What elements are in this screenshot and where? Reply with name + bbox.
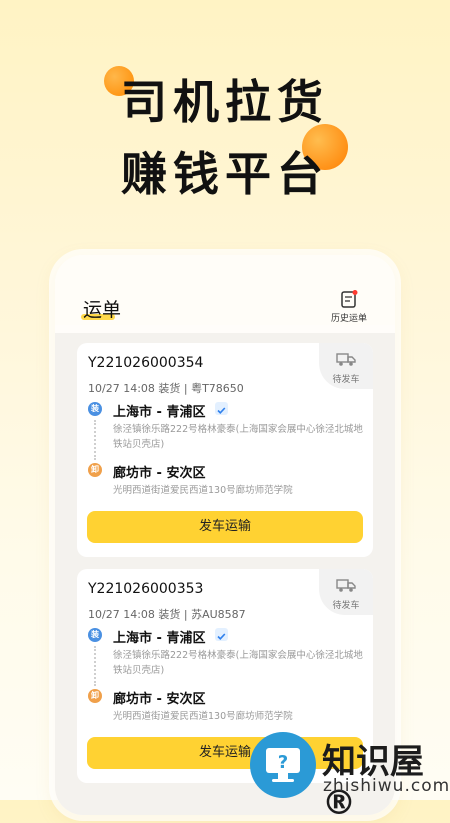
unload-city: 廊坊市 - 安次区: [113, 466, 206, 481]
page-title-wrap: 运单: [81, 295, 122, 322]
load-address: 徐泾镇徐乐路222号格林豪泰(上海国家会展中心徐泾北城地铁站贝壳店): [113, 650, 363, 676]
unload-marker: 卸: [88, 689, 102, 703]
load-city: 上海市 - 青浦区: [113, 631, 206, 646]
check-icon: [215, 628, 228, 641]
unload-address: 光明西道街道爱民西道130号廊坊师范学院: [113, 711, 293, 722]
truck-icon: [336, 579, 356, 592]
watermark-logo: ? 知识屋® zhishiwu.com: [250, 732, 450, 823]
history-orders-button[interactable]: 历史运单: [329, 289, 369, 324]
page-header: 运单 历史运单: [55, 255, 395, 325]
load-marker: 装: [88, 402, 102, 416]
hero-banner: 司机拉货 赚钱平台: [0, 0, 450, 240]
phone-mockup: 运单 历史运单 Y221026000354 10/27 14:08 装货 | 粤…: [55, 255, 395, 815]
order-number: Y221026000354: [88, 355, 204, 371]
order-meta: 10/27 14:08 装货 | 粤T78650: [88, 382, 244, 395]
route-connector: [94, 420, 96, 460]
monitor-question-icon: ?: [250, 732, 316, 798]
document-icon: [341, 290, 358, 308]
start-transport-button[interactable]: 发车运输: [87, 511, 363, 543]
order-meta: 10/27 14:08 装货 | 苏AU8587: [88, 608, 246, 621]
status-label: 待发车: [332, 601, 360, 611]
check-icon: [215, 402, 228, 415]
watermark-domain: zhishiwu.com: [323, 776, 450, 796]
status-label: 待发车: [332, 375, 360, 385]
hero-title-line1: 司机拉货: [121, 75, 329, 129]
page-title: 运单: [83, 299, 122, 321]
unload-address: 光明西道街道爱民西道130号廊坊师范学院: [113, 485, 293, 496]
load-city: 上海市 - 青浦区: [113, 405, 206, 420]
order-card[interactable]: Y221026000354 10/27 14:08 装货 | 粤T78650 待…: [77, 343, 373, 557]
order-number: Y221026000353: [88, 581, 204, 597]
svg-text:?: ?: [278, 752, 288, 773]
unload-city: 廊坊市 - 安次区: [113, 692, 206, 707]
truck-icon: [336, 353, 356, 366]
unload-marker: 卸: [88, 463, 102, 477]
load-address: 徐泾镇徐乐路222号格林豪泰(上海国家会展中心徐泾北城地铁站贝壳店): [113, 424, 363, 450]
status-badge: 待发车: [319, 343, 373, 389]
load-marker: 装: [88, 628, 102, 642]
status-badge: 待发车: [319, 569, 373, 615]
history-orders-label: 历史运单: [330, 314, 367, 324]
route-connector: [94, 646, 96, 686]
hero-title-line2: 赚钱平台: [121, 147, 329, 201]
